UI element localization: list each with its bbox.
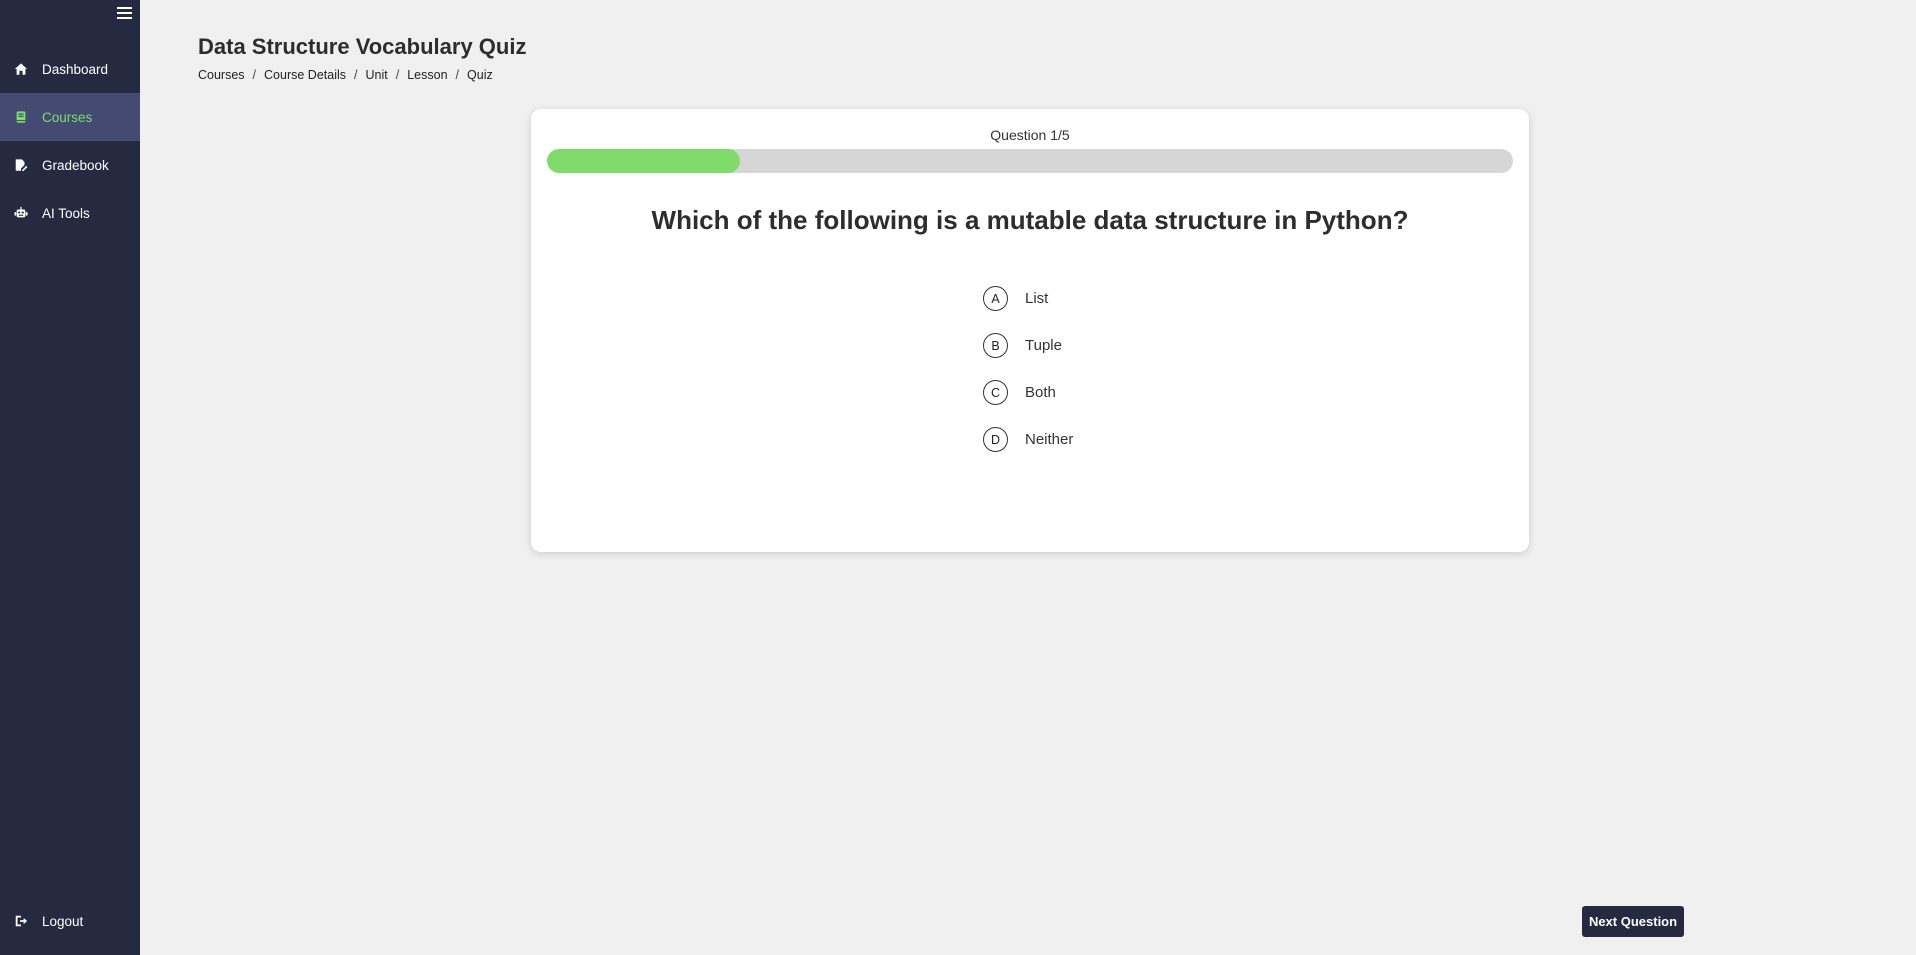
option-label: Tuple: [1025, 337, 1062, 354]
option-label: Neither: [1025, 431, 1074, 448]
main-content: Data Structure Vocabulary Quiz Courses /…: [140, 0, 1916, 955]
option-letter: D: [983, 427, 1008, 452]
quiz-card: Question 1/5 Which of the following is a…: [531, 109, 1529, 552]
question-counter: Question 1/5: [990, 127, 1070, 143]
sidebar-item-gradebook[interactable]: Gradebook: [0, 141, 140, 189]
sidebar-item-label: Gradebook: [42, 157, 109, 173]
breadcrumb-separator: /: [252, 68, 257, 82]
page-title: Data Structure Vocabulary Quiz: [198, 34, 527, 59]
home-icon: [13, 61, 29, 77]
gradebook-edit-icon: [13, 157, 29, 173]
answer-options: A List B Tuple C Both D Neither: [983, 275, 1073, 463]
sidebar-item-label: Courses: [42, 109, 93, 125]
option-label: List: [1025, 290, 1049, 307]
option-letter: B: [983, 333, 1008, 358]
breadcrumb-separator: /: [455, 68, 460, 82]
breadcrumb-separator: /: [395, 68, 400, 82]
progress-bar-fill: [547, 149, 741, 173]
answer-option-c[interactable]: C Both: [983, 369, 1073, 416]
next-question-button[interactable]: Next Question: [1582, 906, 1684, 937]
answer-option-b[interactable]: B Tuple: [983, 322, 1073, 369]
option-letter: C: [983, 380, 1008, 405]
sidebar-nav: Dashboard Courses Gradebook AI Tools: [0, 45, 140, 237]
breadcrumb: Courses / Course Details / Unit / Lesson…: [198, 68, 493, 82]
breadcrumb-courses[interactable]: Courses: [198, 68, 245, 82]
book-icon: [13, 109, 29, 125]
sidebar-item-label: Dashboard: [42, 61, 109, 77]
breadcrumb-quiz: Quiz: [467, 68, 493, 82]
progress-bar: [547, 149, 1513, 173]
breadcrumb-separator: /: [354, 68, 358, 82]
sidebar-item-courses[interactable]: Courses: [0, 93, 140, 141]
breadcrumb-course-details[interactable]: Course Details: [264, 68, 346, 82]
answer-option-a[interactable]: A List: [983, 275, 1073, 322]
option-label: Both: [1025, 384, 1056, 401]
breadcrumb-lesson[interactable]: Lesson: [407, 68, 447, 82]
question-text: Which of the following is a mutable data…: [651, 205, 1409, 235]
sidebar-item-label: AI Tools: [42, 205, 90, 221]
logout-button[interactable]: Logout: [0, 897, 140, 945]
option-letter: A: [983, 286, 1008, 311]
sidebar-item-dashboard[interactable]: Dashboard: [0, 45, 140, 93]
sign-out-icon: [13, 913, 29, 929]
hamburger-icon[interactable]: [114, 4, 134, 24]
breadcrumb-unit[interactable]: Unit: [366, 68, 388, 82]
logout-label: Logout: [42, 913, 84, 929]
answer-option-d[interactable]: D Neither: [983, 416, 1073, 463]
sidebar-item-ai-tools[interactable]: AI Tools: [0, 189, 140, 237]
robot-icon: [13, 205, 29, 221]
sidebar: Dashboard Courses Gradebook AI Tools Log…: [0, 0, 140, 955]
